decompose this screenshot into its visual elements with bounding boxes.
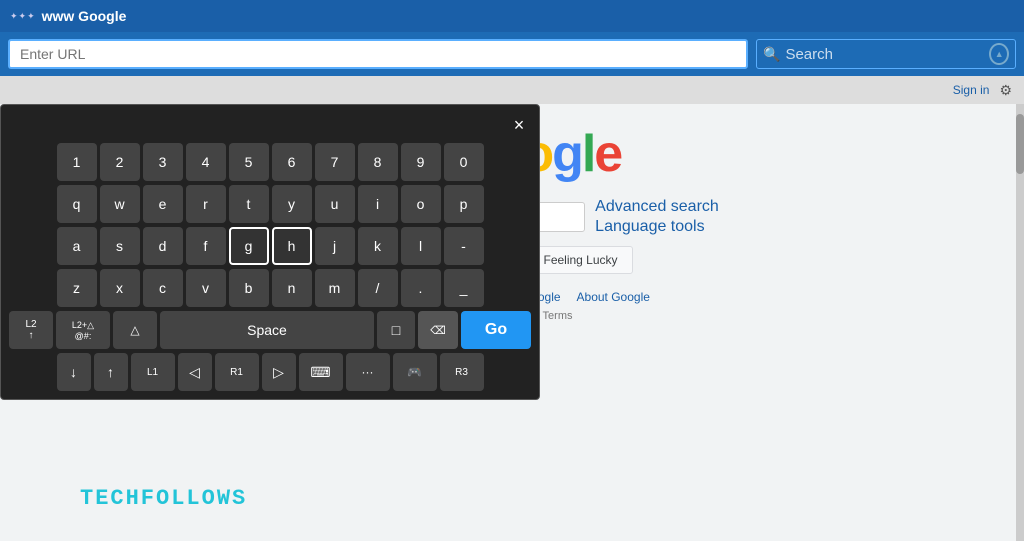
key-7[interactable]: 7 [315,143,355,181]
key-l1[interactable]: L1 [131,353,175,391]
key-m[interactable]: m [315,269,355,307]
key-d[interactable]: d [143,227,183,265]
advanced-links: Advanced search Language tools [595,198,719,236]
space-key[interactable]: Space [160,311,374,349]
search-icon: 🔍 [763,46,780,63]
key-t[interactable]: t [229,185,269,223]
key-w[interactable]: w [100,185,140,223]
favicon-stars: ✦✦✦ [10,11,36,22]
key-l[interactable]: l [401,227,441,265]
scrollbar[interactable] [1016,104,1024,541]
search-bar-container: 🔍 [756,39,1016,69]
key-k[interactable]: k [358,227,398,265]
key-keyboard[interactable]: ⌨ [299,353,343,391]
nav-bar: 🔍 [0,32,1024,76]
key-j[interactable]: j [315,227,355,265]
go-key[interactable]: Go [461,311,531,349]
key-y[interactable]: y [272,185,312,223]
techfollows-watermark: TECHFOLLOWS [80,486,247,511]
key-square[interactable]: □ [377,311,415,349]
key-s[interactable]: s [100,227,140,265]
key-triangle[interactable]: △ [113,311,157,349]
key-i[interactable]: i [358,185,398,223]
key-2[interactable]: 2 [100,143,140,181]
modifier-row: L2↑ L2+△@#: △ Space □ ⌫ Go [9,311,531,349]
triangle-button[interactable] [989,43,1009,65]
logo-g2: g [552,125,582,183]
asdf-row: a s d f g h j k l - [9,227,531,265]
number-row: 1 2 3 4 5 6 7 8 9 0 [9,143,531,181]
key-l2-at[interactable]: L2+△@#: [56,311,110,349]
key-1[interactable]: 1 [57,143,97,181]
key-r[interactable]: r [186,185,226,223]
key-5[interactable]: 5 [229,143,269,181]
footer-link-about-google[interactable]: About Google [577,290,650,304]
language-tools-link[interactable]: Language tools [595,218,719,236]
url-input[interactable] [8,39,748,69]
key-gamepad[interactable]: 🎮 [393,353,437,391]
logo-l: l [582,125,594,183]
scrollbar-thumb[interactable] [1016,114,1024,174]
key-left[interactable]: ◁ [178,353,212,391]
main-content: google Advanced search Language tools Go… [0,104,1024,541]
key-right[interactable]: ▷ [262,353,296,391]
title-bar: ✦✦✦ www Google [0,0,1024,32]
key-9[interactable]: 9 [401,143,441,181]
key-o[interactable]: o [401,185,441,223]
browser-title: www Google [42,8,127,24]
key-0[interactable]: 0 [444,143,484,181]
key-g[interactable]: g [229,227,269,265]
key-4[interactable]: 4 [186,143,226,181]
key-h[interactable]: h [272,227,312,265]
key-x[interactable]: x [100,269,140,307]
key-n[interactable]: n [272,269,312,307]
control-row: ↓ ↑ L1 ◁ R1 ▷ ⌨ ··· 🎮 R3 [9,353,531,391]
backspace-key[interactable]: ⌫ [418,311,458,349]
key-v[interactable]: v [186,269,226,307]
key-8[interactable]: 8 [358,143,398,181]
key-dash[interactable]: - [444,227,484,265]
keyboard-close-button[interactable]: × [507,113,531,137]
keyboard-header: × [9,113,531,137]
key-z[interactable]: z [57,269,97,307]
key-up[interactable]: ↑ [94,353,128,391]
key-slash[interactable]: / [358,269,398,307]
key-a[interactable]: a [57,227,97,265]
sign-in-bar: Sign in ⚙ [0,76,1024,104]
key-down[interactable]: ↓ [57,353,91,391]
sign-in-link[interactable]: Sign in [953,83,990,97]
key-u[interactable]: u [315,185,355,223]
search-input[interactable] [785,46,984,63]
key-f[interactable]: f [186,227,226,265]
key-r1[interactable]: R1 [215,353,259,391]
qwerty-row: q w e r t y u i o p [9,185,531,223]
key-r3[interactable]: R3 [440,353,484,391]
gear-icon[interactable]: ⚙ [999,82,1012,99]
logo-e: e [594,125,621,183]
virtual-keyboard: × 1 2 3 4 5 6 7 8 9 0 q w e r t [0,104,540,400]
key-e[interactable]: e [143,185,183,223]
key-3[interactable]: 3 [143,143,183,181]
key-6[interactable]: 6 [272,143,312,181]
key-c[interactable]: c [143,269,183,307]
key-p[interactable]: p [444,185,484,223]
keyboard-rows: 1 2 3 4 5 6 7 8 9 0 q w e r t y u i [9,143,531,391]
key-underscore[interactable]: _ [444,269,484,307]
key-l2[interactable]: L2↑ [9,311,53,349]
key-q[interactable]: q [57,185,97,223]
advanced-search-link[interactable]: Advanced search [595,198,719,216]
key-b[interactable]: b [229,269,269,307]
browser-favicon: ✦✦✦ [10,11,36,22]
zxcv-row: z x c v b n m / . _ [9,269,531,307]
key-dots[interactable]: ··· [346,353,390,391]
key-dot[interactable]: . [401,269,441,307]
